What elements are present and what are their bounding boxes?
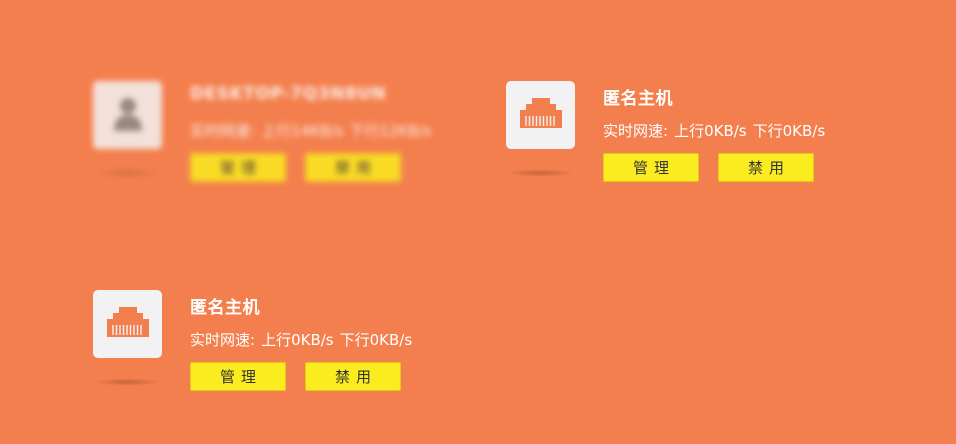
manage-button[interactable]: 管理 [603,153,699,182]
disable-button[interactable]: 禁用 [305,153,401,182]
ethernet-port-icon [105,305,151,343]
device-name: DESKTOP-7Q3N8UN [190,84,387,104]
speed-line: 实时网速: 上行0KB/s 下行0KB/s [603,120,831,141]
device-card: DESKTOP-7Q3N8UN 实时网速: 上行14KB/s 下行12KB/s 管理… [93,81,473,191]
download-speed: 下行12KB/s [349,122,432,140]
ethernet-port-icon [518,96,564,134]
upload-speed: 上行0KB/s [674,122,747,140]
download-speed: 下行0KB/s [339,331,413,349]
device-name: 匿名主机 [603,89,673,109]
manage-button[interactable]: 管理 [190,362,286,391]
disable-button[interactable]: 禁用 [305,362,401,391]
upload-speed: 上行14KB/s [261,122,344,140]
speed-line: 实时网速: 上行14KB/s 下行12KB/s [190,120,437,141]
icon-shadow [93,169,162,177]
device-card: 匿名主机 实时网速: 上行0KB/s 下行0KB/s 管理 禁用 [93,290,473,400]
device-icon-box [506,81,575,149]
device-icon-box [93,81,162,149]
speed-label: 实时网速: [190,122,256,140]
speed-label: 实时网速: [603,122,669,140]
disable-button[interactable]: 禁用 [718,153,814,182]
upload-speed: 上行0KB/s [261,331,334,349]
icon-shadow [506,169,575,177]
device-card: 匿名主机 实时网速: 上行0KB/s 下行0KB/s 管理 禁用 [506,81,886,191]
manage-button[interactable]: 管理 [190,153,286,182]
device-name: 匿名主机 [190,298,260,318]
icon-shadow [93,378,162,386]
speed-line: 实时网速: 上行0KB/s 下行0KB/s [190,329,418,350]
user-avatar-icon [110,93,146,137]
speed-label: 实时网速: [190,331,256,349]
download-speed: 下行0KB/s [752,122,826,140]
device-icon-box [93,290,162,358]
